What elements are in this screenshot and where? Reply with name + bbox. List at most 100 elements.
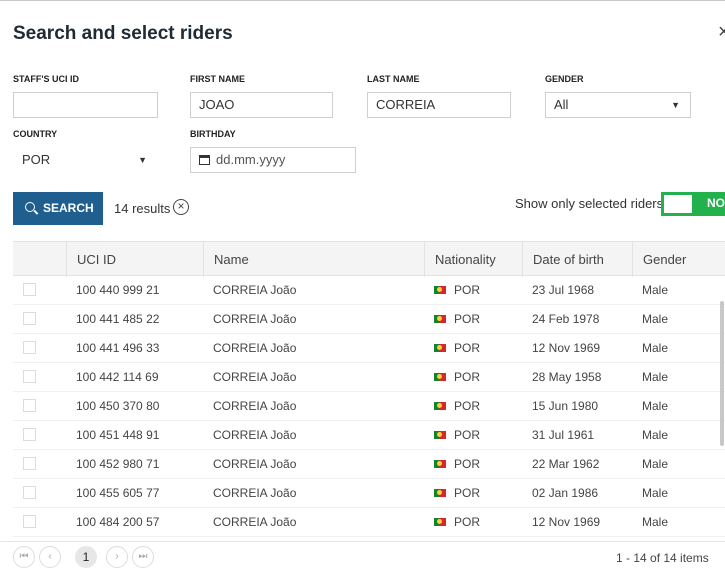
cell-name: CORREIA João <box>213 457 297 471</box>
close-icon[interactable]: × <box>718 21 725 44</box>
cell-uci-id: 100 450 370 80 <box>76 399 160 413</box>
birthday-placeholder: dd.mm.yyyy <box>216 152 286 167</box>
prev-page-icon[interactable]: ‹ <box>39 546 61 568</box>
last-name-input[interactable]: CORREIA <box>367 92 511 118</box>
cell-nationality: POR <box>434 450 480 479</box>
portugal-flag-icon <box>434 402 446 410</box>
cell-name: CORREIA João <box>213 283 297 297</box>
table-row[interactable]: 100 450 370 80 CORREIA João POR 15 Jun 1980… <box>13 392 725 421</box>
portugal-flag-icon <box>434 373 446 381</box>
calendar-icon[interactable] <box>199 155 210 165</box>
last-name-label: LAST NAME <box>367 74 420 84</box>
footer-divider <box>0 541 725 542</box>
nationality-code: POR <box>454 399 481 413</box>
search-icon <box>25 202 35 212</box>
cell-dob: 23 Jul 1968 <box>532 283 595 297</box>
table-row[interactable]: 100 442 114 69 CORREIA João POR 28 May 1958… <box>13 363 725 392</box>
column-header-name[interactable]: Name <box>203 242 424 277</box>
show-selected-label: Show only selected riders <box>515 196 664 211</box>
portugal-flag-icon <box>434 315 446 323</box>
column-header-nationality[interactable]: Nationality <box>424 242 522 277</box>
cell-dob: 22 Mar 1962 <box>532 457 600 471</box>
column-header-uci-id[interactable]: UCI ID <box>66 242 203 277</box>
cell-name: CORREIA João <box>213 370 297 384</box>
chevron-down-icon: ▼ <box>671 100 680 110</box>
cell-nationality: POR <box>434 276 480 305</box>
next-page-icon[interactable]: › <box>106 546 128 568</box>
cell-uci-id: 100 442 114 69 <box>76 370 159 384</box>
dialog-title: Search and select riders <box>13 23 233 44</box>
cell-uci-id: 100 440 999 21 <box>76 283 160 297</box>
current-page-button[interactable]: 1 <box>75 546 97 568</box>
row-checkbox[interactable] <box>23 457 36 470</box>
gender-value: All <box>554 97 569 112</box>
staff-uci-id-label: STAFF'S UCI ID <box>13 74 79 84</box>
cell-uci-id: 100 455 605 77 <box>76 486 160 500</box>
row-checkbox[interactable] <box>23 283 36 296</box>
portugal-flag-icon <box>434 431 446 439</box>
cell-name: CORREIA João <box>213 428 297 442</box>
portugal-flag-icon <box>434 460 446 468</box>
table-row[interactable]: 100 452 980 71 CORREIA João POR 22 Mar 1962… <box>13 450 725 479</box>
country-label: COUNTRY <box>13 129 58 139</box>
cell-name: CORREIA João <box>213 486 297 500</box>
row-checkbox[interactable] <box>23 428 36 441</box>
cell-uci-id: 100 441 496 33 <box>76 341 160 355</box>
nationality-code: POR <box>454 370 481 384</box>
first-page-icon[interactable]: ⏮ <box>13 546 35 568</box>
row-checkbox[interactable] <box>23 486 36 499</box>
portugal-flag-icon <box>434 518 446 526</box>
toggle-text: NO <box>707 196 725 210</box>
birthday-input[interactable]: dd.mm.yyyy <box>190 147 356 173</box>
cell-nationality: POR <box>434 363 480 392</box>
cell-name: CORREIA João <box>213 399 297 413</box>
table-row[interactable]: 100 484 200 57 CORREIA João POR 12 Nov 1969… <box>13 508 725 537</box>
table-scrollbar[interactable] <box>720 301 724 446</box>
search-button[interactable]: SEARCH <box>13 192 103 225</box>
row-checkbox[interactable] <box>23 341 36 354</box>
cell-uci-id: 100 451 448 91 <box>76 428 160 442</box>
table-row[interactable]: 100 455 605 77 CORREIA João POR 02 Jan 1986… <box>13 479 725 508</box>
cell-nationality: POR <box>434 508 480 537</box>
search-button-label: SEARCH <box>43 201 94 215</box>
nationality-code: POR <box>454 515 481 529</box>
first-name-input[interactable]: JOAO <box>190 92 333 118</box>
cell-nationality: POR <box>434 392 480 421</box>
cell-dob: 12 Nov 1969 <box>532 515 601 529</box>
show-selected-toggle[interactable]: NO <box>661 192 725 216</box>
table-row[interactable]: 100 441 485 22 CORREIA João POR 24 Feb 1978… <box>13 305 725 334</box>
cell-gender: Male <box>642 486 669 500</box>
cell-name: CORREIA João <box>213 515 297 529</box>
cell-dob: 12 Nov 1969 <box>532 341 601 355</box>
row-checkbox[interactable] <box>23 370 36 383</box>
column-header-dob[interactable]: Date of birth <box>522 242 632 277</box>
last-page-icon[interactable]: ⏭ <box>132 546 154 568</box>
gender-select[interactable]: All ▼ <box>545 92 691 118</box>
riders-table: UCI ID Name Nationality Date of birth Ge… <box>13 241 725 541</box>
cell-gender: Male <box>642 399 669 413</box>
search-riders-dialog: Search and select riders × STAFF'S UCI I… <box>0 0 725 570</box>
cell-dob: 24 Feb 1978 <box>532 312 600 326</box>
table-row[interactable]: 100 451 448 91 CORREIA João POR 31 Jul 1961… <box>13 421 725 450</box>
cell-nationality: POR <box>434 305 480 334</box>
row-checkbox[interactable] <box>23 399 36 412</box>
cell-gender: Male <box>642 515 669 529</box>
row-checkbox[interactable] <box>23 515 36 528</box>
portugal-flag-icon <box>434 344 446 352</box>
cell-gender: Male <box>642 370 669 384</box>
cell-dob: 31 Jul 1961 <box>532 428 595 442</box>
first-name-label: FIRST NAME <box>190 74 245 84</box>
country-select[interactable]: POR ▼ <box>13 147 158 173</box>
table-row[interactable]: 100 441 496 33 CORREIA João POR 12 Nov 1969… <box>13 334 725 363</box>
select-all-column <box>13 242 66 277</box>
column-header-gender[interactable]: Gender <box>632 242 725 277</box>
results-count: 14 results <box>114 201 171 216</box>
clear-results-icon[interactable]: × <box>173 199 189 215</box>
cell-nationality: POR <box>434 334 480 363</box>
cell-dob: 02 Jan 1986 <box>532 486 599 500</box>
table-row[interactable]: 100 440 999 21 CORREIA João POR 23 Jul 1968… <box>13 276 725 305</box>
staff-uci-id-input[interactable] <box>13 92 158 118</box>
cell-uci-id: 100 484 200 57 <box>76 515 160 529</box>
toggle-knob <box>664 195 692 213</box>
row-checkbox[interactable] <box>23 312 36 325</box>
